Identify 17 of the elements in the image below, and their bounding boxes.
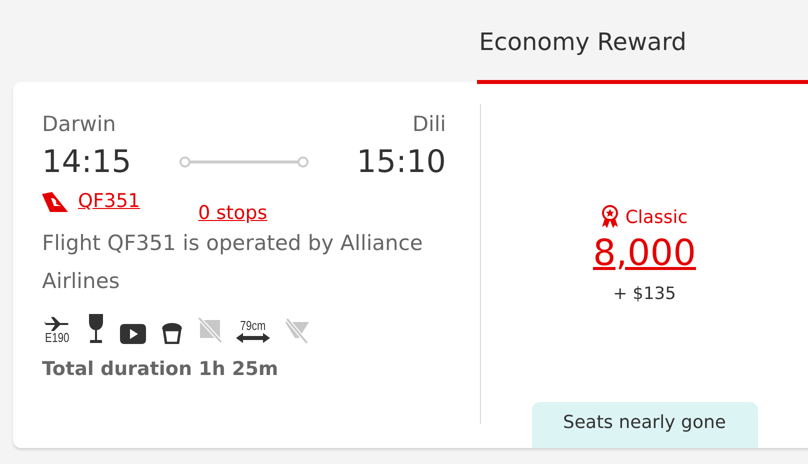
kangaroo-tail-logo [42, 192, 68, 212]
departure-time: 14:15 [42, 144, 132, 180]
flight-number-link[interactable]: QF351 [78, 190, 140, 212]
legroom-indicator: 79cm [236, 319, 270, 344]
aircraft-indicator: E190 [42, 317, 72, 344]
operator-note: Flight QF351 is operated by Alliance Airlines [42, 230, 424, 295]
total-duration: Total duration 1h 25m [42, 358, 280, 380]
origin-city: Darwin [42, 112, 116, 136]
stops-link[interactable]: 0 stops [198, 202, 268, 224]
award-ribbon-icon [601, 205, 620, 229]
route-line-icon [179, 155, 309, 169]
fare-type: Classic [625, 206, 688, 228]
destination-city: Dili [412, 112, 446, 136]
taxes-amount: + $135 [613, 284, 676, 304]
availability-badge: Seats nearly gone [532, 402, 758, 448]
points-price-link[interactable]: 8,000 [592, 233, 696, 274]
arrival-time: 15:10 [356, 144, 446, 180]
